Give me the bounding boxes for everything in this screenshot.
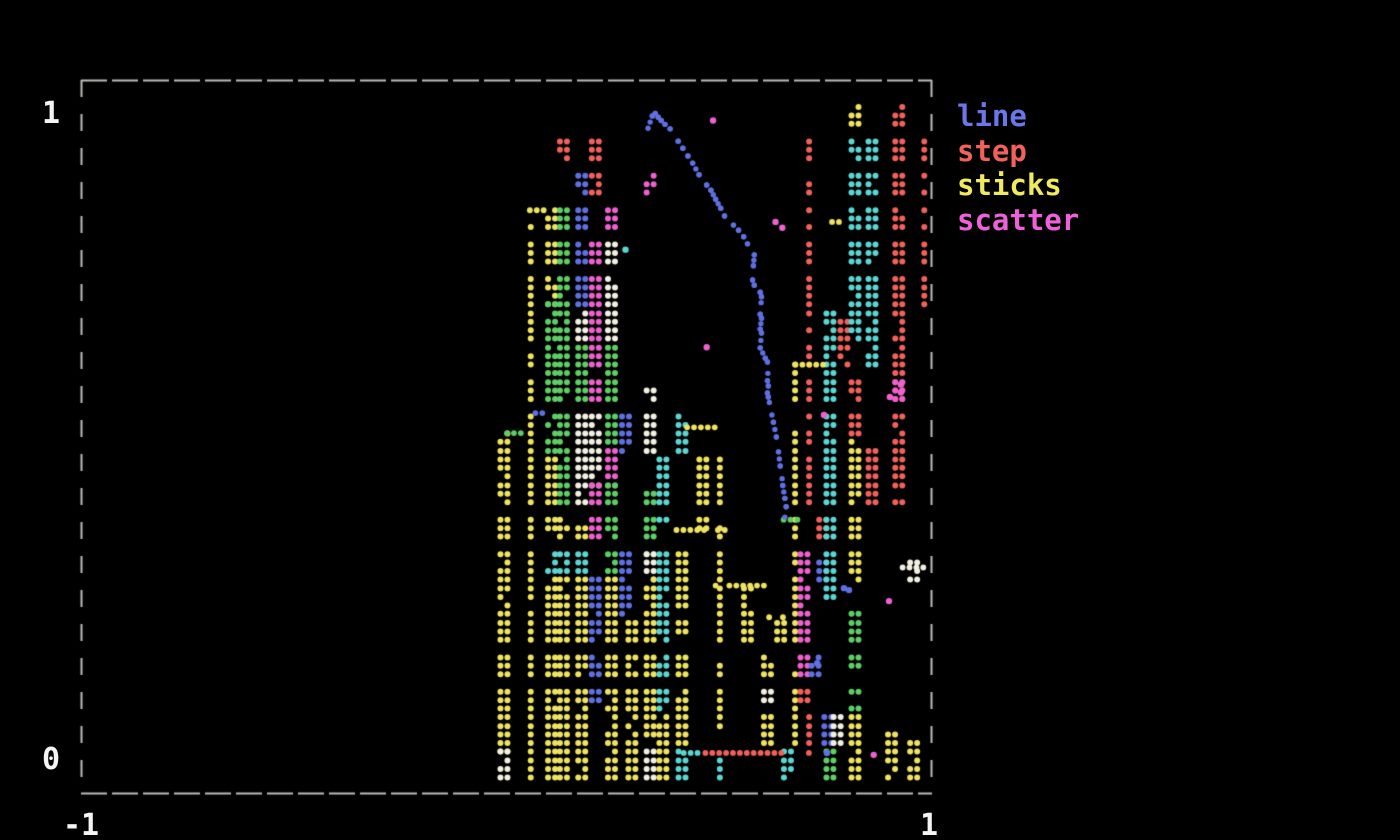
legend-item-sticks: sticks [957,168,1079,203]
terminal-plot-screen: 1 0 -1 1 line step sticks scatter [0,0,1400,840]
x-axis-tick-1: 1 [890,811,938,840]
legend: line step sticks scatter [957,99,1079,237]
legend-item-step: step [957,134,1079,169]
legend-item-scatter: scatter [957,203,1079,238]
x-axis-tick-neg1: -1 [63,811,99,840]
y-axis-tick-0: 0 [22,745,60,775]
legend-item-line: line [957,99,1079,134]
y-axis-tick-1: 1 [22,99,60,129]
plot-canvas [0,0,1400,840]
